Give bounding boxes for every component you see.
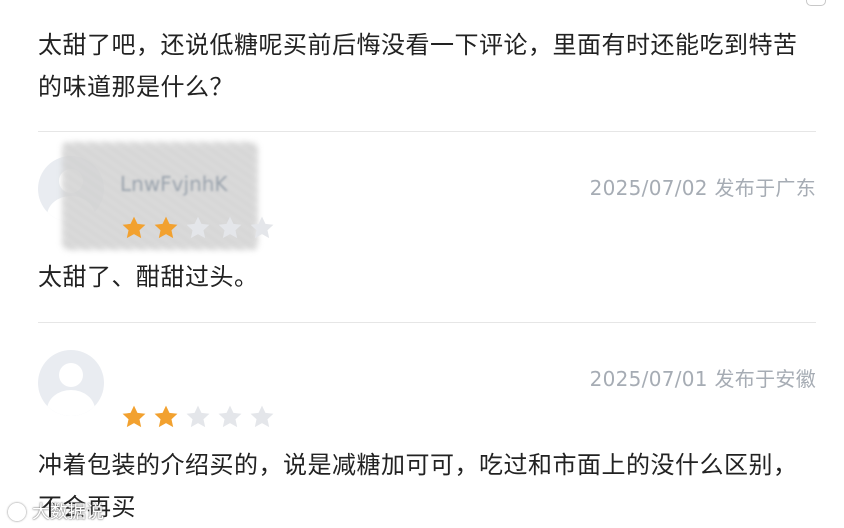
avatar-head-shape xyxy=(59,363,83,387)
review-date-location: 2025/07/02 发布于广东 xyxy=(589,176,816,200)
star-filled-icon xyxy=(152,403,180,431)
star-filled-icon xyxy=(120,403,148,431)
divider xyxy=(38,131,816,132)
corner-outline xyxy=(806,0,826,6)
star-empty-icon xyxy=(184,403,212,431)
watermark-logo-icon xyxy=(8,503,26,521)
star-empty-icon xyxy=(216,214,244,242)
review-text: 太甜了吧，还说低糖呢买前后悔没看一下评论，里面有时还能吃到特苦的味道那是什么？ xyxy=(38,31,798,101)
review-list: 太甜了吧，还说低糖呢买前后悔没看一下评论，里面有时还能吃到特苦的味道那是什么？ … xyxy=(0,0,844,528)
star-empty-icon xyxy=(216,403,244,431)
star-empty-icon xyxy=(184,214,212,242)
review-text: 太甜了、酣甜过头。 xyxy=(38,263,259,291)
watermark: 大数据说 xyxy=(8,498,104,524)
divider xyxy=(38,322,816,323)
star-rating xyxy=(120,214,276,242)
username[interactable]: LnwFvjnhK xyxy=(120,172,228,196)
star-filled-icon xyxy=(120,214,148,242)
avatar-body-shape xyxy=(47,390,95,416)
review-text: 冲着包装的介绍买的，说是减糖加可可，吃过和市面上的没什么区别，不会再买 xyxy=(38,451,798,521)
review-date-location: 2025/07/01 发布于安徽 xyxy=(589,367,816,391)
avatar[interactable] xyxy=(38,350,104,416)
watermark-text: 大数据说 xyxy=(32,502,104,523)
star-filled-icon xyxy=(152,214,180,242)
star-rating xyxy=(120,403,276,431)
star-empty-icon xyxy=(248,403,276,431)
star-empty-icon xyxy=(248,214,276,242)
